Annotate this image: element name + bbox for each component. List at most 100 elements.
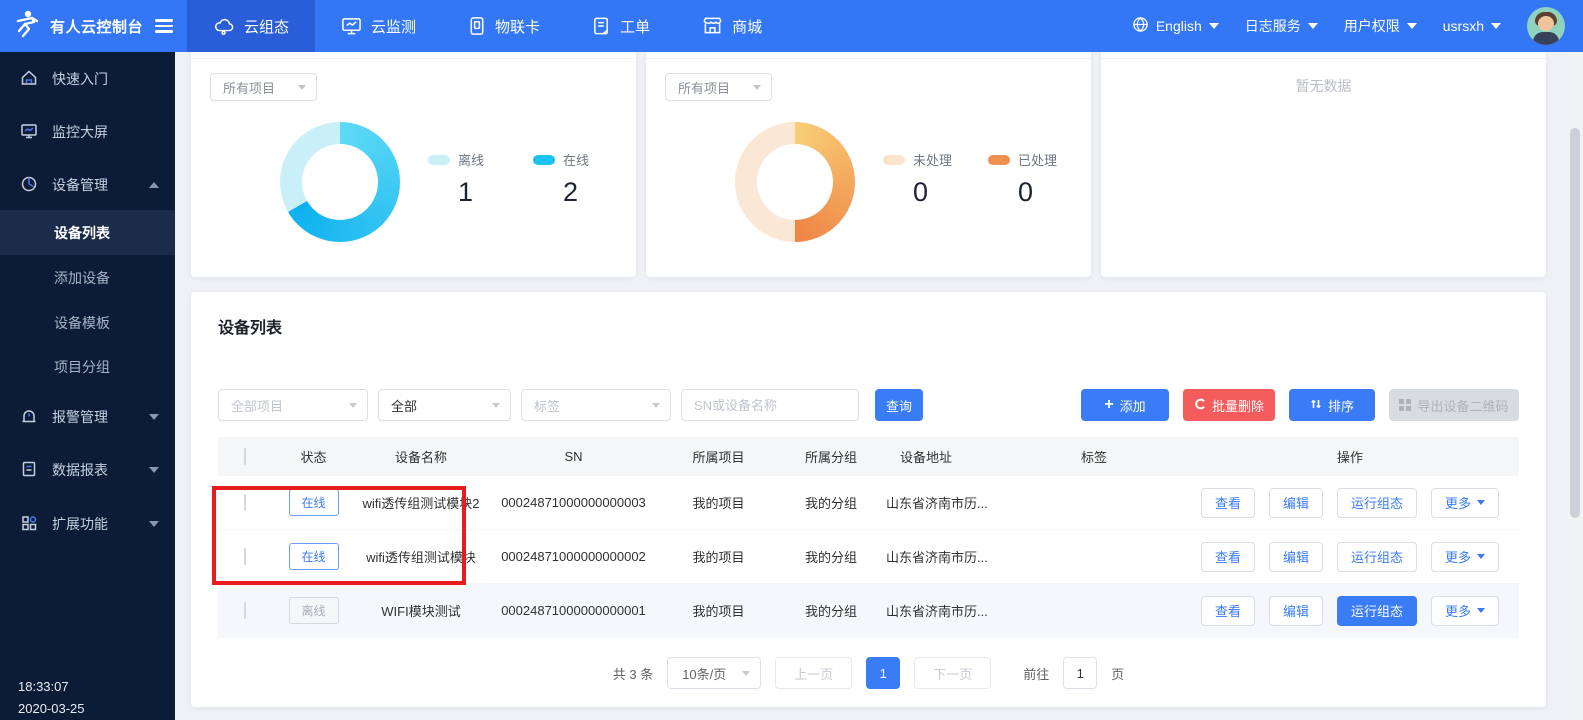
log-service-menu[interactable]: 日志服务: [1245, 16, 1318, 36]
sidebar-item-data-report[interactable]: 数据报表: [0, 445, 175, 495]
status-badge: 离线: [289, 597, 339, 624]
sidebar-item-quick-start[interactable]: 快速入门: [0, 54, 175, 104]
page-size-select[interactable]: 10条/页: [667, 657, 761, 689]
tab-cloud-monitor[interactable]: 云监测: [315, 0, 442, 52]
view-button[interactable]: 查看: [1201, 488, 1255, 518]
batch-delete-icon: [1194, 398, 1206, 413]
device-status-card: 所有项目 离线 1 在线 2: [191, 52, 636, 277]
more-label: 更多: [1445, 493, 1471, 512]
tab-label: 工单: [620, 16, 650, 37]
edit-button[interactable]: 编辑: [1269, 542, 1323, 572]
language-menu[interactable]: English: [1132, 16, 1219, 36]
view-label: 查看: [1215, 547, 1241, 566]
menu-collapse-icon[interactable]: [155, 19, 173, 33]
prev-label: 上一页: [794, 664, 833, 683]
chevron-down-icon: [1477, 554, 1485, 559]
sidebar-item-monitor-screen[interactable]: 监控大屏: [0, 107, 175, 157]
top-nav-tabs: 云组态 云监测 物联卡: [187, 0, 788, 52]
table-header-row: 状态 设备名称 SN 所属项目 所属分组 设备地址 标签 操作: [218, 437, 1519, 476]
card-divider: [646, 52, 1091, 59]
prev-page-button[interactable]: 上一页: [775, 657, 852, 689]
more-label: 更多: [1445, 601, 1471, 620]
sidebar-subitem-add-device[interactable]: 添加设备: [0, 255, 175, 300]
sim-card-icon: [468, 16, 486, 36]
user-permission-menu[interactable]: 用户权限: [1344, 16, 1417, 36]
view-label: 查看: [1215, 601, 1241, 620]
sidebar-item-label: 设备管理: [52, 175, 108, 195]
header-status: 状态: [271, 447, 356, 466]
more-button[interactable]: 更多: [1431, 488, 1499, 518]
extension-icon: [20, 514, 38, 535]
legend-handled: 已处理 0: [988, 150, 1092, 208]
user-avatar[interactable]: [1527, 7, 1565, 45]
device-status-project-filter[interactable]: 所有项目: [210, 73, 317, 101]
device-address: 山东省济南市历...: [886, 493, 1051, 512]
scrollbar-thumb[interactable]: [1570, 128, 1580, 518]
device-list-title: 设备列表: [218, 314, 282, 338]
current-page-button[interactable]: 1: [866, 657, 900, 689]
run-config-button[interactable]: 运行组态: [1337, 488, 1417, 518]
status-filter-select[interactable]: 全部: [378, 389, 511, 421]
tab-cloud-scada[interactable]: 云组态: [187, 0, 315, 52]
next-page-button[interactable]: 下一页: [914, 657, 991, 689]
sort-button[interactable]: 排序: [1289, 389, 1375, 421]
view-button[interactable]: 查看: [1201, 542, 1255, 572]
more-button[interactable]: 更多: [1431, 542, 1499, 572]
sidebar-item-extensions[interactable]: 扩展功能: [0, 499, 175, 549]
app-window: 有人云控制台 云组态: [0, 0, 1583, 720]
chevron-down-icon: [349, 403, 357, 408]
edit-label: 编辑: [1283, 493, 1309, 512]
tab-iot-sim[interactable]: 物联卡: [442, 0, 566, 52]
tag-filter-select[interactable]: 标签: [521, 389, 671, 421]
row-checkbox[interactable]: [244, 494, 246, 511]
header-operations: 操作: [1181, 447, 1519, 466]
legend-value: 0: [1018, 177, 1092, 208]
alarm-icon: [20, 407, 38, 428]
export-qr-button: 导出设备二维码: [1389, 389, 1519, 421]
edit-button[interactable]: 编辑: [1269, 596, 1323, 626]
sidebar-subitem-label: 设备模板: [54, 313, 110, 333]
more-button[interactable]: 更多: [1431, 596, 1499, 626]
row-checkbox[interactable]: [244, 602, 246, 619]
tab-work-order[interactable]: 工单: [566, 0, 676, 52]
cloud-icon: [213, 16, 235, 36]
home-icon: [20, 69, 38, 90]
legend-swatch-handled: [988, 155, 1010, 165]
sidebar-subitem-device-template[interactable]: 设备模板: [0, 300, 175, 345]
sidebar-subitem-device-list[interactable]: 设备列表: [0, 210, 175, 255]
project-filter-select[interactable]: 全部项目: [218, 389, 368, 421]
chevron-down-icon: [753, 85, 761, 90]
header-name: 设备名称: [356, 447, 486, 466]
view-button[interactable]: 查看: [1201, 596, 1255, 626]
brand: 有人云控制台: [0, 0, 187, 52]
sidebar-item-label: 监控大屏: [52, 122, 108, 142]
tab-store[interactable]: 商城: [676, 0, 788, 52]
status-badge: 在线: [289, 489, 339, 516]
legend-swatch-offline: [428, 155, 450, 165]
run-config-button[interactable]: 运行组态: [1337, 596, 1417, 626]
query-button[interactable]: 查询: [875, 389, 923, 421]
row-checkbox[interactable]: [244, 548, 246, 565]
sidebar-item-device-management[interactable]: 设备管理: [0, 160, 175, 210]
run-config-button[interactable]: 运行组态: [1337, 542, 1417, 572]
username-menu[interactable]: usrsxh: [1443, 18, 1501, 34]
header-group: 所属分组: [776, 447, 886, 466]
sidebar-item-alarm-management[interactable]: 报警管理: [0, 392, 175, 442]
screen-icon: [20, 122, 38, 143]
globe-icon: [1132, 16, 1149, 36]
goto-page-input[interactable]: [1063, 657, 1097, 689]
search-input[interactable]: [681, 389, 859, 421]
select-all-checkbox[interactable]: [244, 448, 246, 465]
device-status-donut-chart: [280, 122, 400, 242]
device-group: 我的分组: [776, 547, 886, 566]
header-project: 所属项目: [661, 447, 776, 466]
alarm-status-project-filter[interactable]: 所有项目: [665, 73, 772, 101]
device-table: 状态 设备名称 SN 所属项目 所属分组 设备地址 标签 操作 在线 wifi透…: [218, 437, 1519, 638]
sidebar-subitem-project-group[interactable]: 项目分组: [0, 344, 175, 389]
work-order-icon: [592, 16, 611, 36]
legend-label: 在线: [563, 150, 589, 169]
edit-button[interactable]: 编辑: [1269, 488, 1323, 518]
device-address: 山东省济南市历...: [886, 601, 1051, 620]
batch-delete-button[interactable]: 批量删除: [1183, 389, 1275, 421]
add-device-button[interactable]: 添加: [1081, 389, 1169, 421]
